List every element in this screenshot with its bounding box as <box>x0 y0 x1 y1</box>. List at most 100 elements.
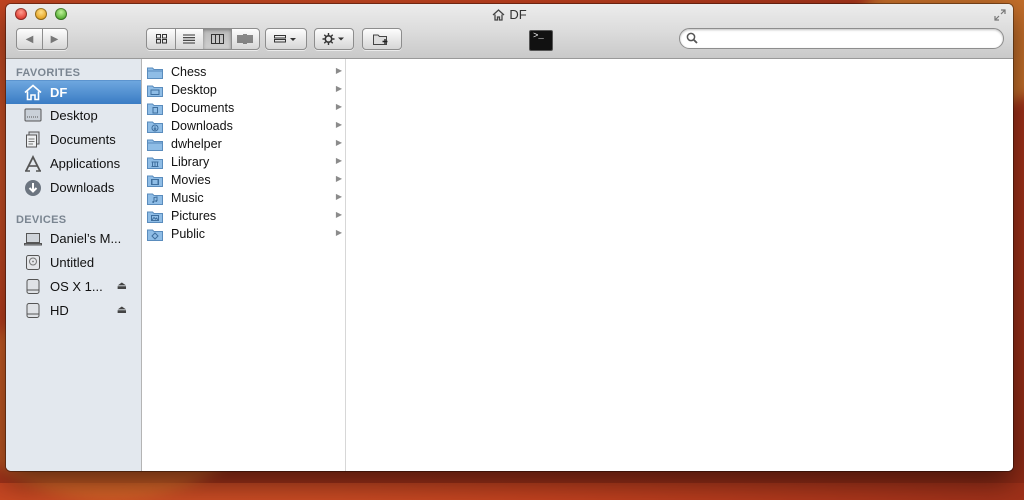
sidebar-item-label: Downloads <box>50 180 115 195</box>
desktop-folder-icon <box>147 85 163 97</box>
sidebar-item-label: Documents <box>50 132 116 147</box>
forward-button[interactable]: ▶ <box>42 29 67 49</box>
sidebar-item-label: Desktop <box>50 108 98 123</box>
sidebar-item-label: HD <box>50 303 69 318</box>
column-view-icon <box>210 34 224 44</box>
home-icon <box>22 84 44 102</box>
sidebar-item-untitled[interactable]: Untitled <box>6 251 141 274</box>
folder-item-music[interactable]: Music ▶ <box>142 189 345 207</box>
sidebar-item-documents[interactable]: Documents <box>6 128 141 151</box>
arrange-icon <box>274 35 296 43</box>
browser-column-1: Chess ▶ Desktop ▶ Documents ▶ Downloads … <box>142 59 346 471</box>
coverflow-view-icon <box>237 34 253 44</box>
nav-buttons: ◀ ▶ <box>16 28 68 50</box>
applications-icon <box>22 154 44 173</box>
eject-icon[interactable]: ⏏ <box>117 303 127 316</box>
folder-label: Desktop <box>171 83 217 97</box>
pictures-folder-icon <box>147 211 163 223</box>
disclosure-arrow-icon: ▶ <box>335 66 342 75</box>
sidebar-item-macbook[interactable]: Daniel’s M... <box>6 227 141 250</box>
drive-icon <box>22 302 44 320</box>
search-input[interactable] <box>702 30 996 48</box>
window-title: DF <box>6 7 1013 24</box>
search-icon <box>686 32 698 44</box>
sidebar-item-applications[interactable]: Applications <box>6 152 141 175</box>
library-folder-icon <box>147 157 163 169</box>
fullscreen-icon[interactable] <box>993 8 1007 27</box>
home-icon <box>492 9 505 24</box>
folder-item-public[interactable]: Public ▶ <box>142 225 345 243</box>
sidebar-item-df[interactable]: DF <box>6 80 141 104</box>
coverflow-view-button[interactable] <box>231 29 259 49</box>
laptop-icon <box>22 230 44 248</box>
folder-label: Documents <box>171 101 235 115</box>
back-arrow-icon: ◀ <box>25 33 34 45</box>
search-field[interactable] <box>679 28 1004 49</box>
folder-item-library[interactable]: Library ▶ <box>142 153 345 171</box>
back-button[interactable]: ◀ <box>17 29 43 49</box>
terminal-icon[interactable]: >_ <box>529 30 553 51</box>
forward-arrow-icon: ▶ <box>50 33 59 45</box>
list-view-icon <box>183 34 195 44</box>
disclosure-arrow-icon: ▶ <box>335 138 342 147</box>
drive-icon <box>22 278 44 296</box>
folder-label: Chess <box>171 65 207 79</box>
folder-item-chess[interactable]: Chess ▶ <box>142 63 345 81</box>
public-folder-icon <box>147 229 163 241</box>
folder-item-pictures[interactable]: Pictures ▶ <box>142 207 345 225</box>
disclosure-arrow-icon: ▶ <box>335 84 342 93</box>
gear-icon <box>322 33 344 45</box>
disclosure-arrow-icon: ▶ <box>335 120 342 129</box>
sidebar-item-osx[interactable]: OS X 1... ⏏ <box>6 275 141 298</box>
icon-view-button[interactable] <box>147 29 176 49</box>
folder-label: Pictures <box>171 209 217 223</box>
folder-icon <box>147 67 163 79</box>
column-view-button[interactable] <box>203 29 232 49</box>
folder-item-desktop[interactable]: Desktop ▶ <box>142 81 345 99</box>
disclosure-arrow-icon: ▶ <box>335 156 342 165</box>
titlebar: DF ◀ ▶ >_ <box>6 4 1013 59</box>
movies-folder-icon <box>147 175 163 187</box>
sidebar-item-label: Untitled <box>50 255 95 270</box>
sidebar-item-hd[interactable]: HD ⏏ <box>6 299 141 322</box>
folder-item-movies[interactable]: Movies ▶ <box>142 171 345 189</box>
finder-window: DF ◀ ▶ >_ FAVORITES DF Desktop Documents… <box>6 4 1013 471</box>
folder-item-dwhelper[interactable]: dwhelper ▶ <box>142 135 345 153</box>
disclosure-arrow-icon: ▶ <box>335 174 342 183</box>
window-title-text: DF <box>509 7 527 22</box>
folder-label: Music <box>171 191 204 205</box>
arrange-button[interactable] <box>265 28 307 50</box>
view-mode-control <box>146 28 260 50</box>
folder-icon <box>147 139 163 151</box>
list-view-button[interactable] <box>175 29 204 49</box>
disclosure-arrow-icon: ▶ <box>335 102 342 111</box>
disk-icon <box>22 254 44 272</box>
folder-item-documents[interactable]: Documents ▶ <box>142 99 345 117</box>
new-folder-button[interactable] <box>362 28 402 50</box>
disclosure-arrow-icon: ▶ <box>335 210 342 219</box>
folder-label: dwhelper <box>171 137 222 151</box>
downloads-icon <box>22 179 44 197</box>
folder-label: Downloads <box>171 119 233 133</box>
folder-label: Movies <box>171 173 211 187</box>
sidebar-item-label: Applications <box>50 156 121 171</box>
documents-folder-icon <box>147 103 163 115</box>
sidebar-item-desktop[interactable]: Desktop <box>6 104 141 127</box>
music-folder-icon <box>147 193 163 205</box>
action-button[interactable] <box>314 28 354 50</box>
folder-item-downloads[interactable]: Downloads ▶ <box>142 117 345 135</box>
eject-icon[interactable]: ⏏ <box>117 279 127 292</box>
browser-column-2[interactable] <box>346 59 1013 471</box>
new-folder-icon <box>373 34 388 45</box>
devices-header: DEVICES <box>16 214 67 226</box>
sidebar-item-label: DF <box>50 85 68 100</box>
disclosure-arrow-icon: ▶ <box>335 192 342 201</box>
favorites-header: FAVORITES <box>16 67 81 79</box>
sidebar: FAVORITES DF Desktop Documents Applicati… <box>6 59 142 471</box>
sidebar-item-downloads[interactable]: Downloads <box>6 176 141 199</box>
folder-label: Library <box>171 155 210 169</box>
sidebar-item-label: OS X 1... <box>50 279 103 294</box>
icon-view-icon <box>155 34 167 44</box>
disclosure-arrow-icon: ▶ <box>335 228 342 237</box>
downloads-folder-icon <box>147 121 163 133</box>
